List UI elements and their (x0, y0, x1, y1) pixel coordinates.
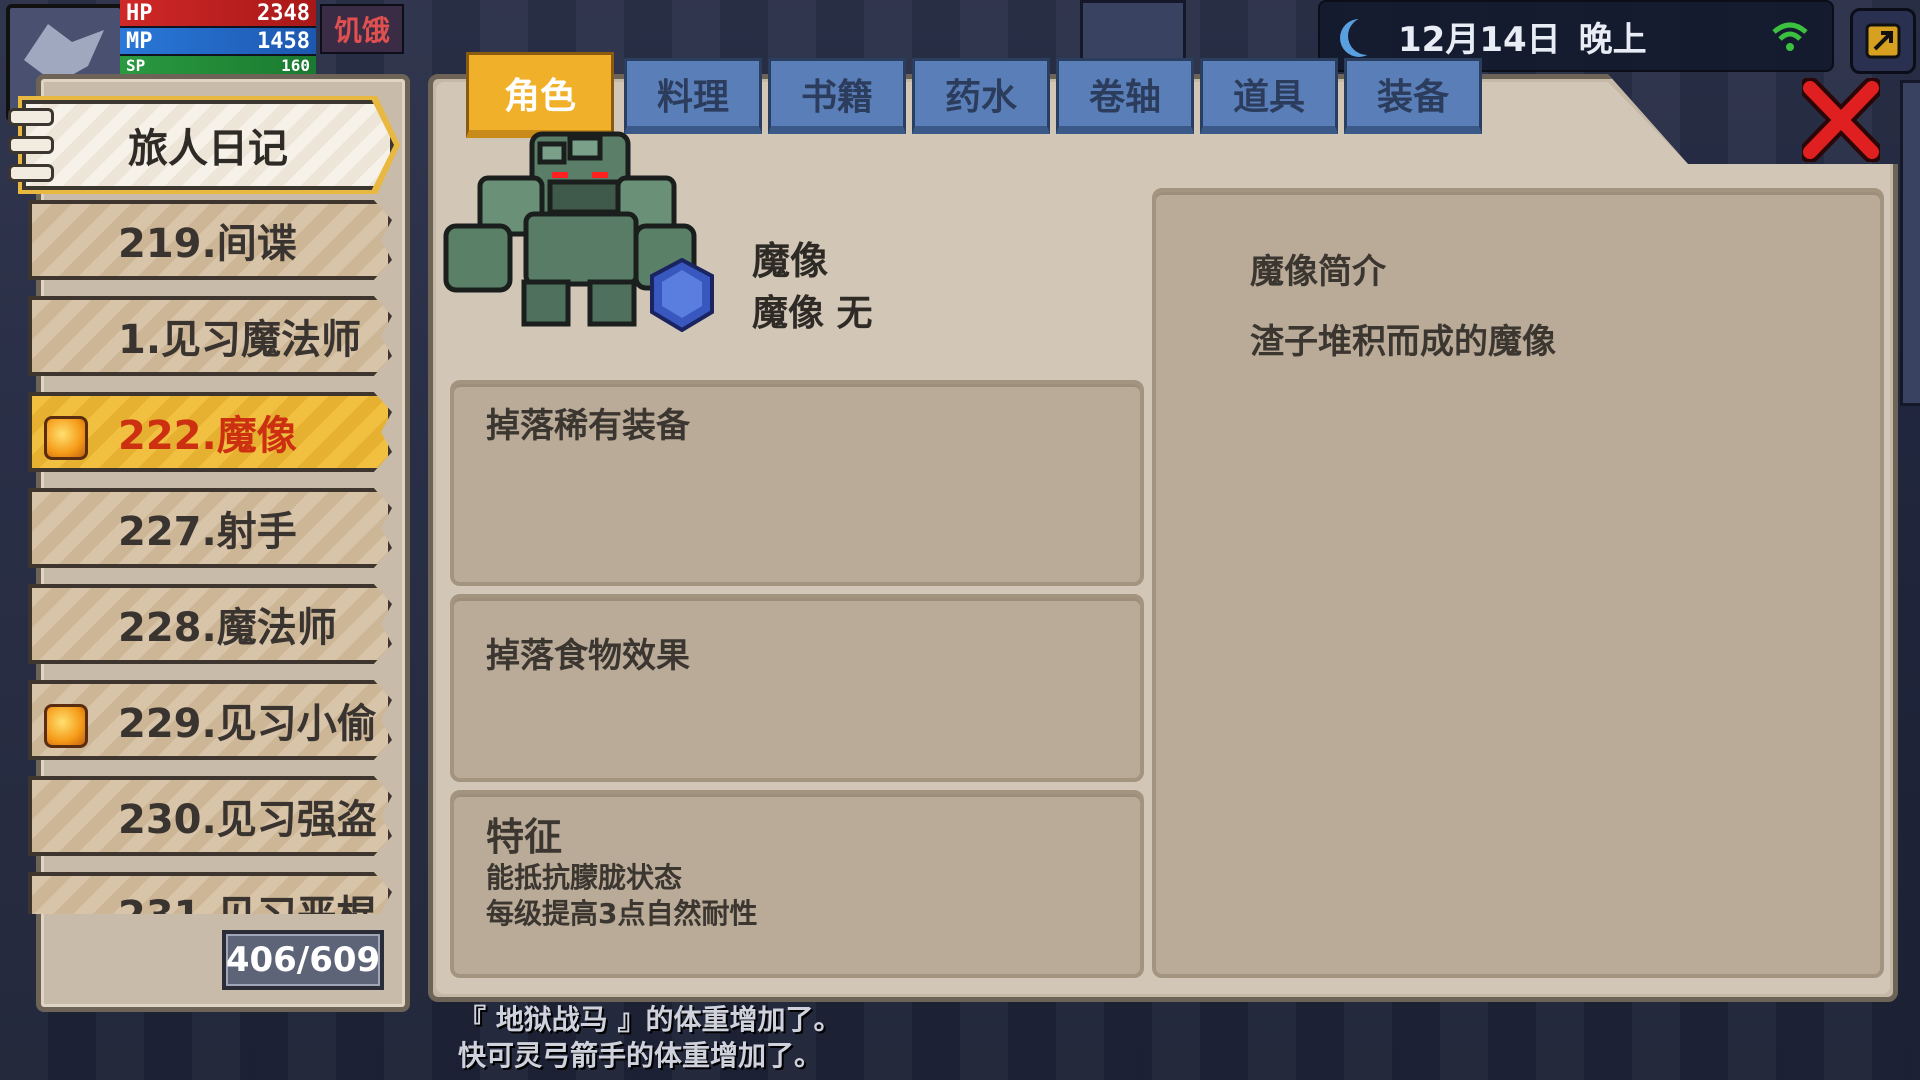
tab-label: 料理 (656, 76, 729, 118)
tab-potions[interactable]: 药水 (912, 58, 1050, 134)
food-effect-panel: 掉落食物效果 (450, 594, 1144, 782)
diary-item-label: 222.魔像 (118, 413, 297, 459)
close-icon[interactable] (1802, 78, 1880, 162)
wifi-icon (1772, 22, 1808, 51)
trait-item: 能抵抗朦胧状态 (486, 861, 683, 894)
diary-item-label: 230.见习强盗 (118, 797, 377, 843)
binder-ring (8, 136, 54, 154)
mp-label: MP (126, 28, 153, 54)
sidebar-title: 旅人日记 (22, 100, 394, 190)
diary-item-label: 231.见习恶棍 (118, 883, 377, 914)
moon-icon (1348, 17, 1386, 55)
intro-panel: 魔像简介 渣子堆积而成的魔像 (1152, 188, 1884, 978)
rare-drop-panel: 掉落稀有装备 (450, 380, 1144, 586)
tab-label: 装备 (1376, 76, 1449, 118)
tab-scrolls[interactable]: 卷轴 (1056, 58, 1194, 134)
diary-counter: 406/609 (222, 930, 384, 990)
food-effect-title: 掉落食物效果 (486, 636, 690, 676)
hp-value: 2348 (257, 0, 310, 26)
sp-label: SP (126, 55, 146, 75)
background-wall (1080, 0, 1186, 66)
diary-item[interactable]: 1.见习魔法师 (28, 296, 392, 376)
binder-ring (8, 108, 54, 126)
diary-item-label: 228.魔法师 (118, 605, 337, 651)
sp-bar: SP 160 (120, 55, 316, 75)
log-line: 『 地狱战马 』的体重增加了。 (458, 1003, 842, 1036)
diary-item[interactable]: 229.见习小偷 (28, 680, 392, 760)
binder-ring (8, 164, 54, 182)
gem-icon (44, 704, 88, 748)
player-stats: HP 2348 MP 1458 SP 160 (120, 0, 316, 75)
log-line: 快可灵弓箭手的体重增加了。 (458, 1039, 823, 1072)
tab-label: 角色 (503, 75, 576, 117)
shield-icon (650, 258, 714, 332)
tab-label: 书籍 (800, 76, 873, 118)
tab-label: 卷轴 (1088, 76, 1161, 118)
hp-bar: HP 2348 (120, 0, 316, 26)
date-text: 12月14日 (1398, 19, 1561, 60)
time-of-day-text: 晚上 (1578, 19, 1647, 60)
diary-item-label: 229.见习小偷 (118, 701, 377, 747)
hunger-status: 饥饿 (320, 4, 404, 54)
tab-books[interactable]: 书籍 (768, 58, 906, 134)
mp-value: 1458 (257, 28, 310, 54)
gem-icon (44, 416, 88, 460)
diary-item-label: 1.见习魔法师 (118, 317, 362, 363)
intro-title: 魔像简介 (1250, 252, 1386, 292)
diary-item[interactable]: 228.魔法师 (28, 584, 392, 664)
monster-subtitle: 魔像 无 (752, 293, 873, 334)
diary-item[interactable]: 231.见习恶棍 (28, 872, 392, 914)
tab-label: 药水 (944, 76, 1017, 118)
monster-name: 魔像 (752, 239, 829, 283)
traits-title: 特征 (486, 815, 563, 859)
background-wall (1900, 80, 1920, 406)
mp-bar: MP 1458 (120, 28, 316, 54)
diary-item[interactable]: 230.见习强盗 (28, 776, 392, 856)
diary-list[interactable]: 219.间谍 1.见习魔法师 222.魔像 227.射手 228.魔法师 229… (28, 200, 396, 914)
settings-button[interactable] (1850, 8, 1916, 74)
hp-label: HP (126, 0, 153, 26)
diary-item[interactable]: 219.间谍 (28, 200, 392, 280)
diary-item-label: 219.间谍 (118, 221, 297, 267)
tab-equipment[interactable]: 装备 (1344, 58, 1482, 134)
traits-panel: 特征 能抵抗朦胧状态 每级提高3点自然耐性 (450, 790, 1144, 978)
diary-item-label: 227.射手 (118, 509, 297, 555)
diary-item-selected[interactable]: 222.魔像 (28, 392, 392, 472)
tab-items[interactable]: 道具 (1200, 58, 1338, 134)
tab-label: 道具 (1232, 76, 1305, 118)
settings-icon (1865, 23, 1901, 59)
message-log: 『 地狱战马 』的体重增加了。 快可灵弓箭手的体重增加了。 (458, 1002, 842, 1074)
trait-item: 每级提高3点自然耐性 (486, 897, 758, 930)
intro-text: 渣子堆积而成的魔像 (1250, 322, 1556, 362)
sp-value: 160 (281, 55, 310, 75)
diary-item[interactable]: 227.射手 (28, 488, 392, 568)
rare-drop-title: 掉落稀有装备 (486, 406, 690, 446)
